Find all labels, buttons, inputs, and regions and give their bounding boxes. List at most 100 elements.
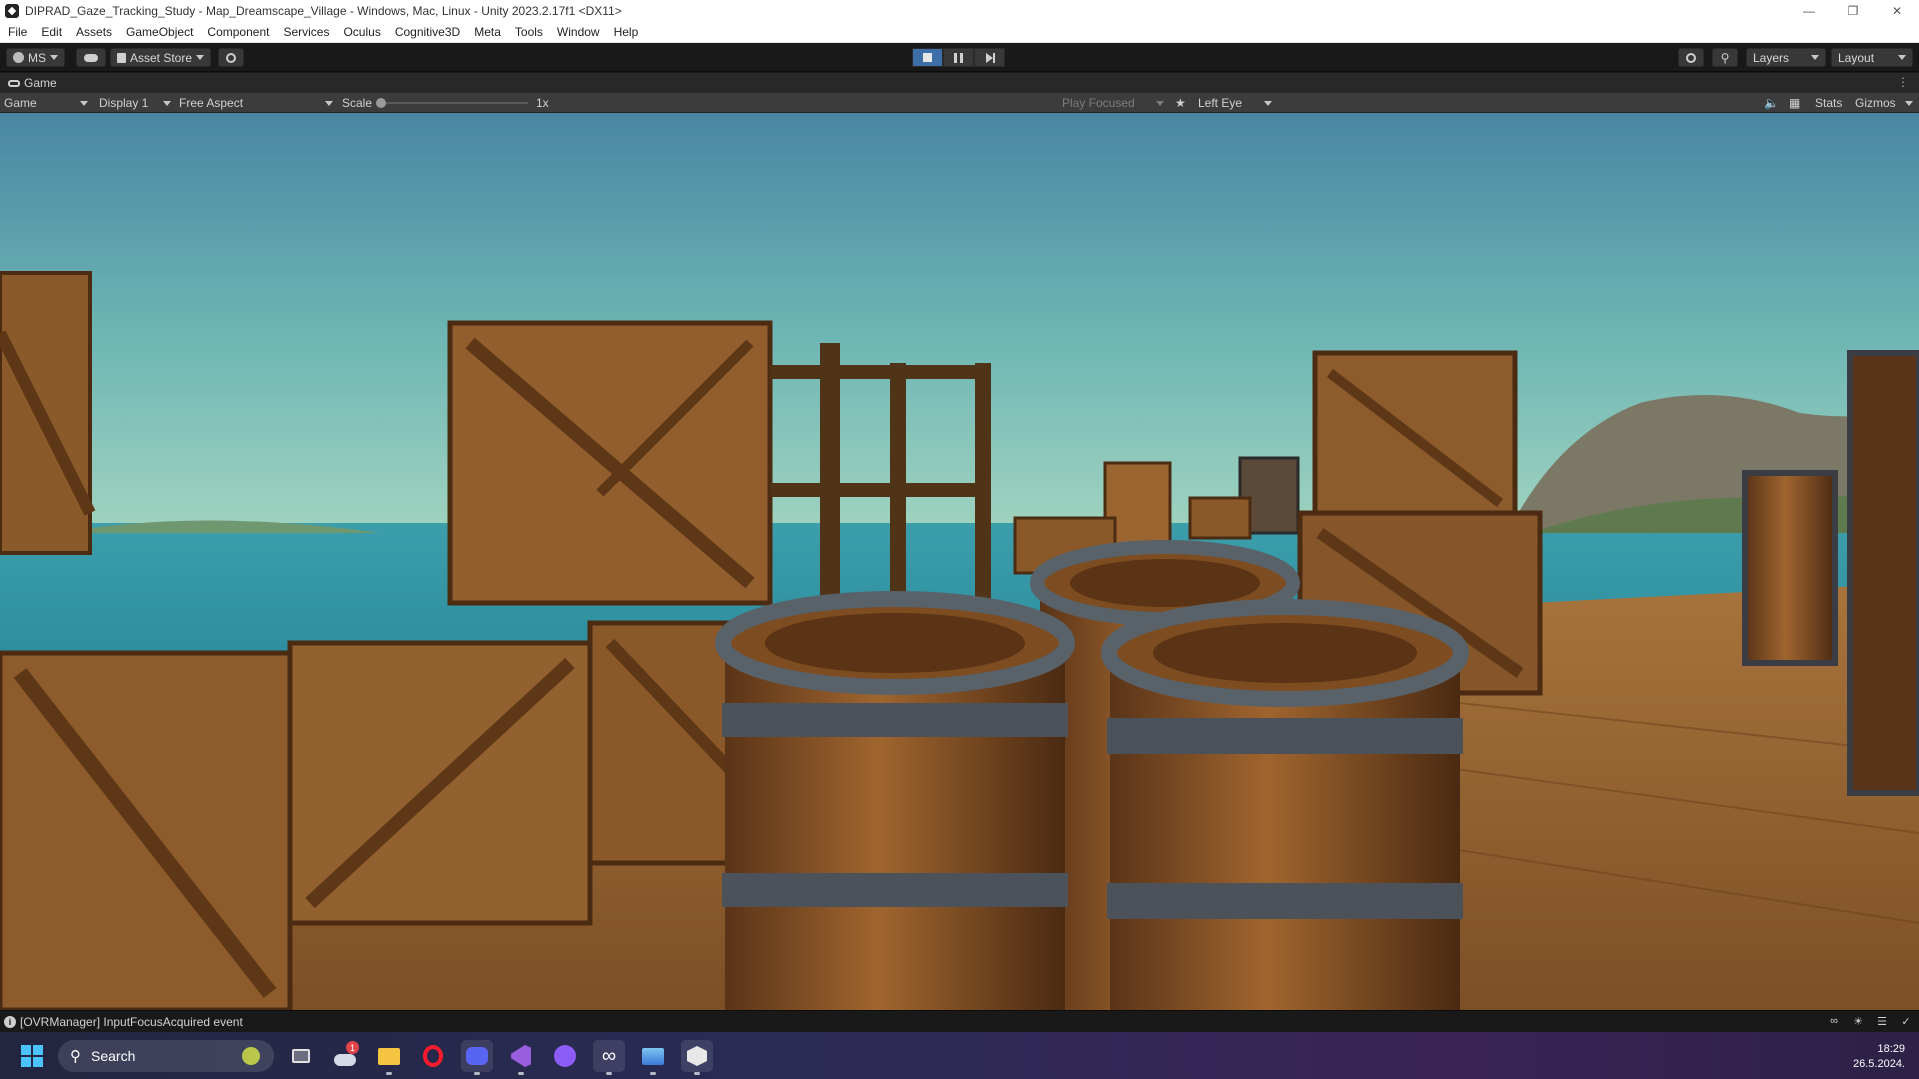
system-clock[interactable]: 18:29 26.5.2024. — [1853, 1042, 1905, 1072]
windows-logo-icon — [21, 1045, 43, 1067]
weather-cloud-icon — [334, 1054, 356, 1066]
console-status-bar[interactable]: i [OVRManager] InputFocusAcquired event … — [0, 1010, 1919, 1032]
discord-app[interactable] — [461, 1040, 493, 1075]
scale-slider[interactable] — [376, 98, 528, 108]
account-label: MS — [28, 50, 46, 65]
restore-button[interactable]: ❐ — [1831, 0, 1875, 22]
menu-bar: File Edit Assets GameObject Component Se… — [0, 22, 1919, 43]
visual-studio-app[interactable] — [505, 1040, 537, 1075]
layers-dropdown[interactable]: Layers — [1746, 48, 1826, 67]
gamepad-icon — [8, 79, 20, 87]
layout-dropdown[interactable]: Layout — [1831, 48, 1913, 67]
cache-server-icon[interactable]: ☰ — [1875, 1014, 1889, 1028]
menu-oculus[interactable]: Oculus — [343, 25, 380, 39]
menu-assets[interactable]: Assets — [76, 25, 112, 39]
menu-services[interactable]: Services — [283, 25, 329, 39]
scale-label: Scale — [342, 96, 373, 110]
running-indicator — [518, 1072, 524, 1075]
history-icon — [1686, 52, 1696, 63]
clock-time: 18:29 — [1877, 1043, 1905, 1055]
menu-edit[interactable]: Edit — [41, 25, 62, 39]
unity-editor-app[interactable] — [681, 1040, 713, 1075]
unity-logo-icon — [5, 4, 19, 18]
scale-value: 1x — [536, 96, 549, 110]
meta-infinity-icon: ∞ — [601, 1044, 617, 1067]
start-button[interactable] — [16, 1040, 48, 1072]
menu-meta[interactable]: Meta — [474, 25, 501, 39]
lighting-icon[interactable]: ☀ — [1851, 1014, 1865, 1028]
layers-label: Layers — [1753, 50, 1790, 65]
meta-xr-icon[interactable]: ∞ — [1827, 1014, 1841, 1028]
discord-icon — [466, 1047, 488, 1065]
opera-icon — [423, 1045, 443, 1067]
playmode-controls — [912, 48, 1005, 67]
game-view-viewport[interactable] — [0, 113, 1919, 1010]
image-icon — [642, 1047, 664, 1065]
more-options-icon[interactable]: ⋮ — [1897, 75, 1909, 89]
meta-quest-link-app[interactable]: ∞ — [593, 1040, 625, 1075]
search-icon: ⚲ — [70, 1048, 81, 1065]
play-mode-dropdown[interactable]: Play Focused — [1062, 95, 1164, 111]
display-dropdown[interactable]: Display 1 — [99, 95, 171, 111]
menu-gameobject[interactable]: GameObject — [126, 25, 193, 39]
status-message: [OVRManager] InputFocusAcquired event — [20, 1014, 243, 1029]
status-icons: ∞ ☀ ☰ ✓ — [1827, 1014, 1913, 1028]
aspect-label: Free Aspect — [179, 96, 244, 110]
github-desktop-app[interactable] — [549, 1040, 581, 1072]
cloud-icon — [84, 53, 98, 62]
asset-store-dropdown[interactable]: Asset Store — [110, 48, 212, 67]
visual-studio-icon — [511, 1045, 531, 1067]
view-type-label: Game — [4, 96, 37, 110]
gizmos-label: Gizmos — [1855, 96, 1896, 110]
main-toolbar: MS Asset Store ⚲ Layers Layout — [0, 43, 1919, 72]
menu-window[interactable]: Window — [557, 25, 600, 39]
chevron-down-icon — [1898, 55, 1906, 60]
shortcut-grid-icon[interactable]: ▦ — [1789, 95, 1800, 111]
opera-app[interactable] — [417, 1040, 449, 1072]
progress-check-icon[interactable]: ✓ — [1899, 1014, 1913, 1028]
menu-tools[interactable]: Tools — [515, 25, 543, 39]
version-control-button[interactable] — [218, 48, 244, 67]
photos-app[interactable] — [637, 1040, 669, 1075]
scale-slider-handle[interactable] — [376, 98, 386, 108]
task-view-button[interactable] — [285, 1040, 317, 1072]
info-icon: i — [4, 1015, 16, 1028]
eye-dropdown[interactable]: Left Eye — [1198, 95, 1272, 111]
step-button[interactable] — [974, 48, 1005, 67]
close-button[interactable]: ✕ — [1875, 0, 1919, 22]
layout-label: Layout — [1838, 50, 1875, 65]
running-indicator — [650, 1072, 656, 1075]
view-type-dropdown[interactable]: Game — [4, 95, 88, 111]
stop-icon — [923, 53, 932, 62]
running-indicator — [694, 1072, 700, 1075]
cloud-button[interactable] — [76, 48, 106, 67]
stop-button[interactable] — [912, 48, 943, 67]
folder-icon — [378, 1047, 400, 1065]
aspect-dropdown[interactable]: Free Aspect — [179, 95, 333, 111]
file-explorer-app[interactable] — [373, 1040, 405, 1075]
tab-game[interactable]: Game — [24, 76, 57, 90]
menu-component[interactable]: Component — [207, 25, 269, 39]
chevron-down-icon — [1264, 100, 1272, 106]
search-button[interactable]: ⚲ — [1712, 48, 1738, 67]
weather-widget[interactable]: 1 — [329, 1040, 361, 1072]
taskbar-search[interactable]: ⚲ Search — [58, 1040, 274, 1072]
minimize-button[interactable]: — — [1787, 0, 1831, 22]
menu-help[interactable]: Help — [614, 25, 639, 39]
chevron-down-icon — [1156, 100, 1164, 106]
mute-audio-icon[interactable]: 🔈 — [1764, 95, 1779, 111]
unity-logo-icon — [687, 1046, 707, 1066]
stats-button[interactable]: Stats — [1815, 95, 1842, 111]
pause-button[interactable] — [943, 48, 974, 67]
search-highlight-icon — [242, 1047, 260, 1065]
gizmos-dropdown[interactable]: Gizmos — [1855, 95, 1913, 111]
github-icon — [554, 1045, 576, 1067]
window-title: DIPRAD_Gaze_Tracking_Study - Map_Dreamsc… — [25, 4, 622, 18]
menu-cognitive3d[interactable]: Cognitive3D — [395, 25, 460, 39]
chevron-down-icon — [1811, 55, 1819, 60]
account-dropdown[interactable]: MS — [6, 48, 65, 67]
chevron-down-icon — [80, 100, 88, 106]
undo-history-button[interactable] — [1678, 48, 1704, 67]
running-indicator — [386, 1072, 392, 1075]
menu-file[interactable]: File — [8, 25, 27, 39]
